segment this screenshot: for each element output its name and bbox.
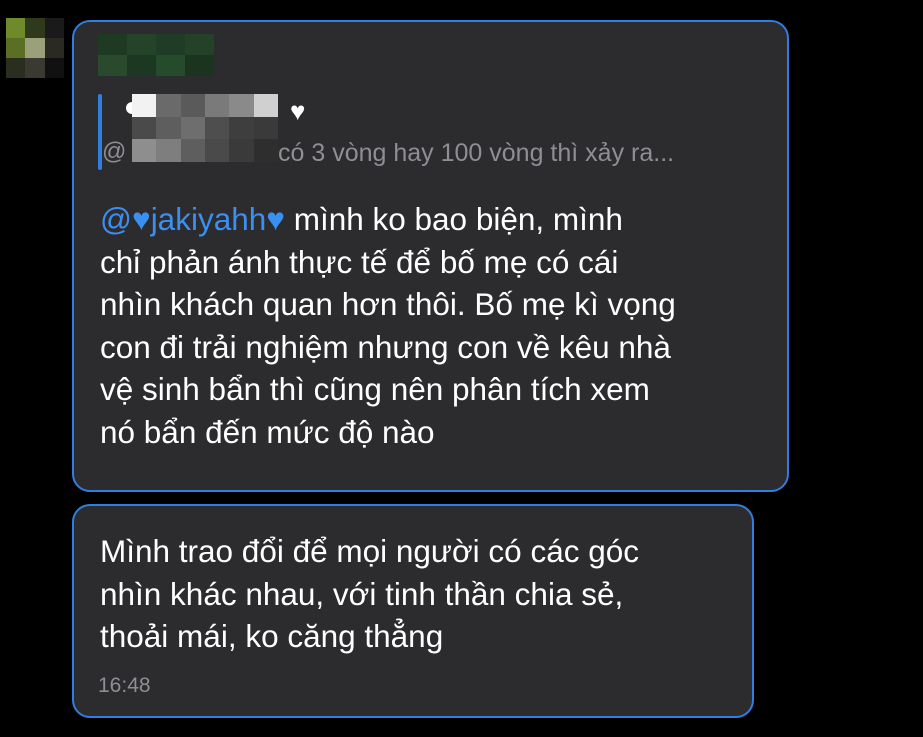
sender-name-pixel — [98, 34, 127, 55]
avatar-pixel — [44, 18, 64, 38]
avatar-pixel — [25, 58, 45, 78]
quoted-author-pixel — [132, 139, 157, 162]
blue-heart-icon: ♥ — [131, 201, 151, 237]
sender-name-pixel — [185, 34, 214, 55]
sender-name-pixel — [127, 55, 156, 76]
quoted-author-pixel — [229, 139, 254, 162]
sender-avatar-pixelated[interactable] — [6, 18, 64, 78]
quoted-author-mosaic — [132, 94, 278, 162]
quoted-author-pixel — [253, 116, 278, 140]
quoted-author-pixel — [253, 139, 278, 162]
mention-at: @ — [100, 201, 132, 237]
reply-body-text: mình ko bao biện, mình chỉ phản ánh thực… — [100, 201, 676, 450]
sender-name-pixel — [156, 34, 185, 55]
quoted-author-pixel — [205, 139, 230, 162]
avatar-pixel — [25, 38, 45, 58]
reply-message-text: @♥jakiyahh♥ mình ko bao biện, mình chỉ p… — [100, 198, 767, 453]
message-bubble[interactable]: Mình trao đổi để mọi người có các góc nh… — [72, 504, 754, 718]
message-bubble-reply[interactable]: ♥ @ có 3 vòng hay 100 vòng thì xảy ra...… — [72, 20, 789, 492]
avatar-pixel — [6, 58, 26, 78]
avatar-pixel — [6, 38, 26, 58]
message-text: Mình trao đổi để mọi người có các góc nh… — [100, 533, 640, 654]
message-timestamp: 16:48 — [98, 674, 151, 697]
quoted-text-lead: @ — [102, 138, 127, 165]
mention-link[interactable]: @♥jakiyahh♥ — [100, 201, 285, 237]
quoted-author-pixel — [229, 116, 254, 140]
quoted-author-pixel — [156, 94, 181, 117]
avatar-pixel — [44, 38, 64, 58]
quoted-author-pixel — [132, 94, 157, 117]
white-heart-icon: ♥ — [290, 96, 306, 126]
sender-name-pixel — [127, 34, 156, 55]
mention-name: jakiyahh — [150, 201, 267, 237]
quoted-author-pixel — [180, 94, 205, 117]
sender-name-pixel — [185, 55, 214, 76]
quoted-message[interactable]: ♥ @ có 3 vòng hay 100 vòng thì xảy ra... — [98, 94, 763, 172]
quoted-author-pixel — [253, 94, 278, 117]
avatar-pixel — [44, 58, 64, 78]
quoted-author-pixel — [132, 116, 157, 140]
chat-screen: ♥ @ có 3 vòng hay 100 vòng thì xảy ra...… — [0, 0, 923, 737]
sender-name-pixel — [98, 55, 127, 76]
quoted-text: có 3 vòng hay 100 vòng thì xảy ra... — [278, 139, 675, 167]
avatar-pixel — [25, 18, 45, 38]
avatar-pixel — [6, 18, 26, 38]
quoted-author-pixel — [156, 139, 181, 162]
sender-name-pixel — [156, 55, 185, 76]
quoted-author-pixel — [180, 116, 205, 140]
quoted-author-pixel — [205, 94, 230, 117]
quoted-author-pixel — [205, 116, 230, 140]
quoted-author-pixel — [180, 139, 205, 162]
quoted-author-pixelated: ♥ — [120, 94, 305, 162]
blue-heart-icon: ♥ — [266, 201, 285, 237]
quoted-author-pixel — [229, 94, 254, 117]
sender-name-pixelated — [98, 34, 214, 76]
quoted-author-pixel — [156, 116, 181, 140]
